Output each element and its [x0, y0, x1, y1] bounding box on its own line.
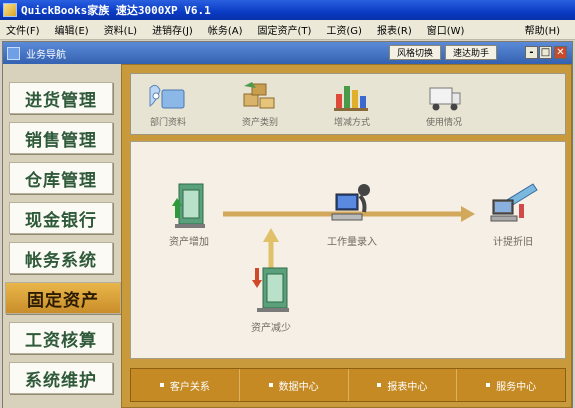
menu-window[interactable]: 窗口(W) [427, 22, 465, 37]
restore-button[interactable]: □ [539, 46, 552, 59]
department-icon [149, 84, 185, 109]
link-report-center[interactable]: 报表中心 [349, 369, 458, 401]
usage-status-tool[interactable]: 使用情况 [409, 80, 479, 132]
change-method-tool[interactable]: 增减方式 [317, 80, 387, 132]
navigator-title-bar: 业务导航 风格切换 速达助手 - □ ✕ [3, 42, 572, 64]
link-data-center-label: 数据中心 [278, 381, 319, 393]
menu-data[interactable]: 资料(L) [104, 22, 137, 37]
menu-inventory[interactable]: 进销存(J) [152, 22, 193, 37]
menu-file[interactable]: 文件(F) [6, 22, 40, 37]
change-method-icon [334, 86, 368, 111]
menu-help[interactable]: 帮助(H) [525, 22, 560, 37]
link-report-center-label: 报表中心 [387, 381, 428, 393]
department-tool[interactable]: 部门资料 [133, 80, 203, 132]
usage-status-label: 使用情况 [425, 118, 462, 128]
link-service-center[interactable]: 服务中心 [457, 369, 565, 401]
asset-reduce-node[interactable]: 资产减少 [239, 262, 303, 334]
main-content: 部门资料 资产类别 增减方式 使用情况 资产增加 工作量录入 计提折旧 资产减少… [121, 64, 572, 408]
asset-category-label: 资产类别 [241, 118, 278, 128]
nav-payroll[interactable]: 工资核算 [9, 322, 113, 354]
workload-entry-label: 工作量录入 [327, 237, 377, 248]
nav-warehouse[interactable]: 仓库管理 [9, 162, 113, 194]
link-data-center[interactable]: 数据中心 [240, 369, 349, 401]
menu-payroll[interactable]: 工资(G) [326, 22, 362, 37]
bullet-icon [486, 383, 491, 387]
minimize-button[interactable]: - [525, 46, 538, 59]
bullet-icon [377, 383, 382, 387]
app-logo-icon [3, 3, 17, 17]
asset-toolbar: 部门资料 资产类别 增减方式 使用情况 [130, 73, 566, 135]
nav-cash-bank[interactable]: 现金银行 [9, 202, 113, 234]
business-navigator-window: 业务导航 风格切换 速达助手 - □ ✕ 进货管理 销售管理 仓库管理 现金银行… [2, 41, 573, 408]
menu-edit[interactable]: 编辑(E) [55, 22, 89, 37]
asset-category-icon [243, 82, 275, 109]
workload-entry-icon [331, 184, 370, 221]
asset-category-tool[interactable]: 资产类别 [225, 80, 295, 132]
asset-add-node[interactable]: 资产增加 [159, 178, 219, 248]
usage-status-icon [429, 87, 461, 111]
arrow-head-up [263, 228, 279, 242]
bottom-link-bar: 客户关系 数据中心 报表中心 服务中心 [130, 368, 566, 402]
asset-flow-diagram: 资产增加 工作量录入 计提折旧 资产减少 [130, 141, 566, 359]
arrow-head-right [461, 206, 475, 222]
nav-purchase[interactable]: 进货管理 [9, 82, 113, 114]
nav-sales[interactable]: 销售管理 [9, 122, 113, 154]
navigator-icon [7, 46, 20, 60]
link-customer-relations-label: 客户关系 [169, 381, 210, 393]
depreciation-node[interactable]: 计提折旧 [483, 178, 543, 248]
app-title-bar: QuickBooks家族 速达3000XP V6.1 [0, 0, 575, 20]
change-method-label: 增减方式 [333, 118, 370, 128]
assistant-button[interactable]: 速达助手 [445, 45, 497, 60]
bullet-icon [268, 383, 273, 387]
app-title: QuickBooks家族 速达3000XP V6.1 [21, 4, 211, 17]
link-customer-relations[interactable]: 客户关系 [131, 369, 240, 401]
flow-arrows [223, 206, 475, 274]
nav-accounting[interactable]: 帐务系统 [9, 242, 113, 274]
asset-reduce-label: 资产减少 [251, 323, 291, 334]
asset-add-label: 资产增加 [169, 237, 209, 248]
department-label: 部门资料 [149, 118, 186, 128]
style-switch-button[interactable]: 风格切换 [389, 45, 441, 60]
bullet-icon [159, 383, 164, 387]
workload-entry-node[interactable]: 工作量录入 [317, 178, 387, 248]
close-button[interactable]: ✕ [554, 46, 567, 59]
nav-fixed-assets[interactable]: 固定资产 [5, 282, 121, 314]
asset-reduce-icon [252, 267, 289, 312]
depreciation-label: 计提折旧 [493, 237, 533, 248]
link-service-center-label: 服务中心 [496, 381, 537, 393]
nav-system-maintenance[interactable]: 系统维护 [9, 362, 113, 394]
menu-bar: 文件(F) 编辑(E) 资料(L) 进销存(J) 帐务(A) 固定资产(T) 工… [0, 20, 575, 40]
menu-accounts[interactable]: 帐务(A) [208, 22, 243, 37]
module-sidebar: 进货管理 销售管理 仓库管理 现金银行 帐务系统 固定资产 工资核算 系统维护 [3, 64, 121, 408]
depreciation-icon [490, 183, 538, 222]
menu-fixed-assets[interactable]: 固定资产(T) [257, 22, 311, 37]
asset-add-icon [172, 183, 205, 228]
menu-reports[interactable]: 报表(R) [377, 22, 412, 37]
navigator-title: 业务导航 [26, 49, 66, 61]
